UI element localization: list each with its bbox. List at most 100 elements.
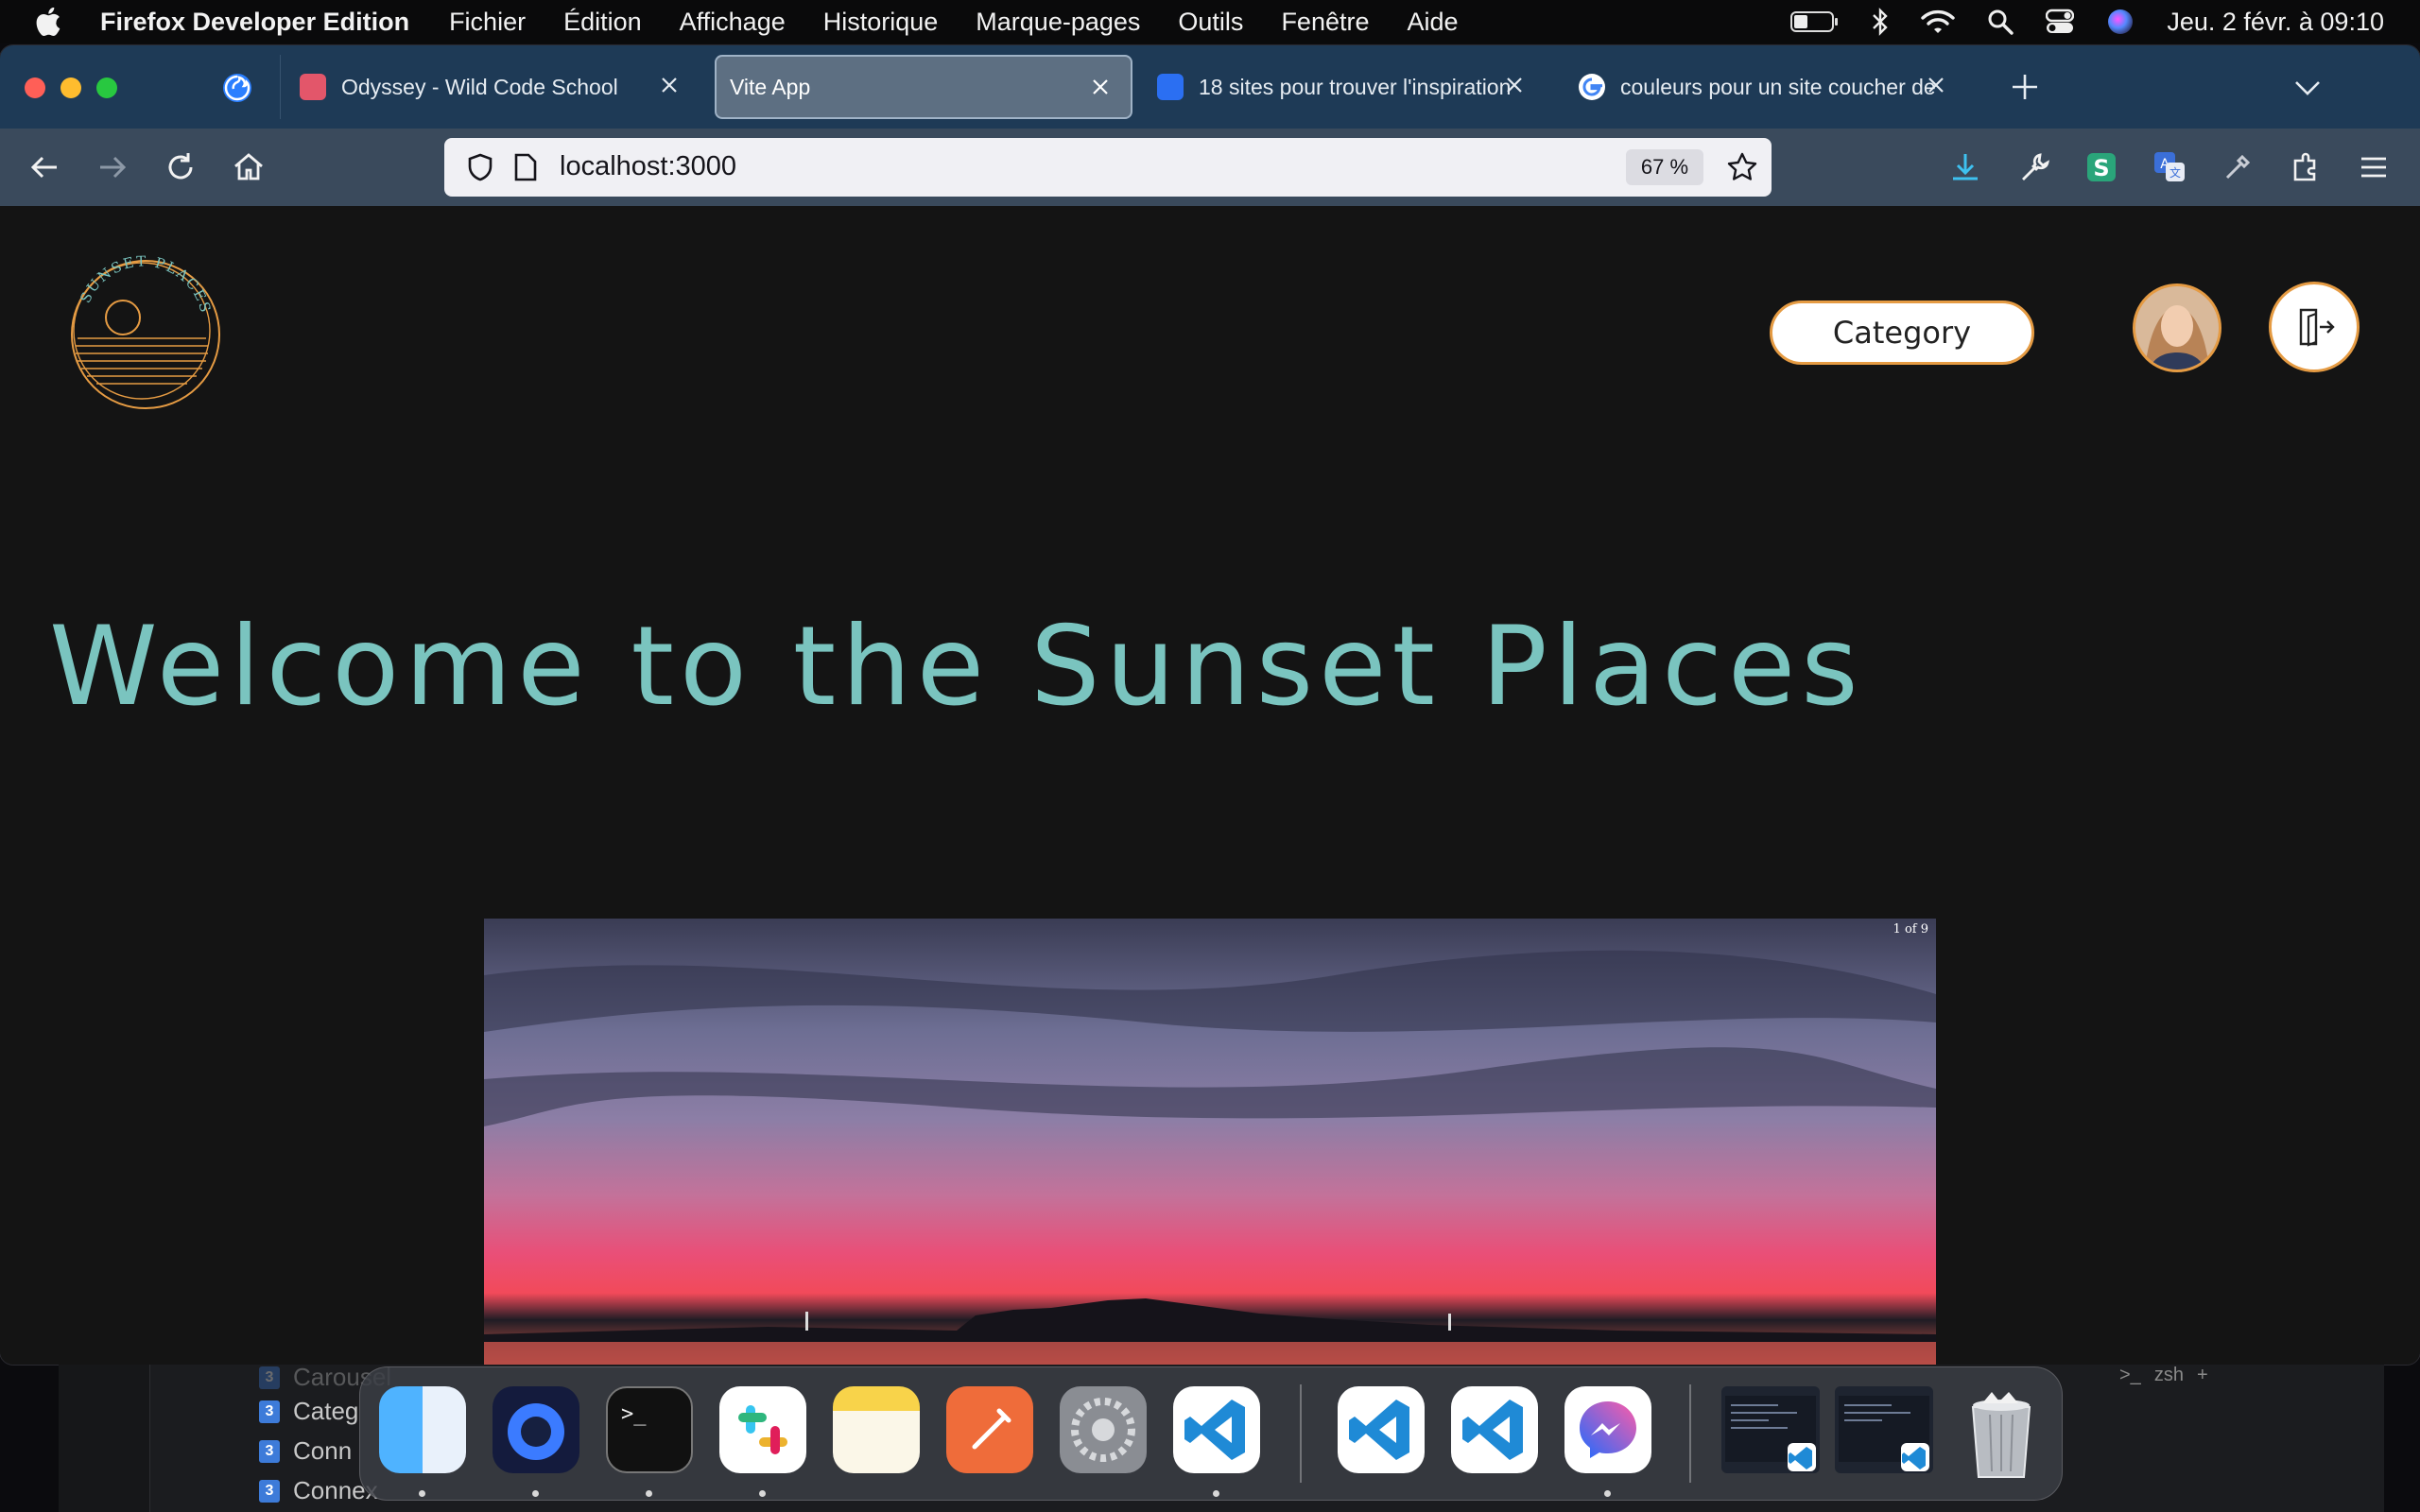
tab-odyssey[interactable]: Odyssey - Wild Code School xyxy=(280,55,700,119)
tab-strip: Odyssey - Wild Code School Vite App 18 s… xyxy=(0,45,2420,129)
css-file-icon: 3 xyxy=(259,1439,280,1463)
terminal-icon[interactable]: >_ xyxy=(2119,1365,2141,1386)
control-center-icon[interactable] xyxy=(2046,9,2075,35)
window-thumbnail[interactable] xyxy=(1721,1386,1820,1473)
category-button[interactable]: Category xyxy=(1770,301,2034,365)
sunset-places-logo[interactable]: SUNSET PLACES xyxy=(59,244,229,414)
tracking-protection-shield-icon[interactable] xyxy=(465,152,495,182)
reload-icon[interactable] xyxy=(163,149,199,185)
menu-edition[interactable]: Édition xyxy=(563,8,642,37)
battery-icon[interactable] xyxy=(1790,9,1840,34)
bluetooth-icon[interactable] xyxy=(1872,8,1889,36)
dock-divider xyxy=(1689,1384,1691,1483)
menu-fenetre[interactable]: Fenêtre xyxy=(1281,8,1369,37)
notes-icon[interactable] xyxy=(833,1386,920,1473)
firefox-developer-icon[interactable] xyxy=(493,1386,579,1473)
minimize-window-button[interactable] xyxy=(60,77,81,98)
translate-icon[interactable]: A文 xyxy=(2152,149,2187,185)
macos-dock: >_ xyxy=(359,1366,2063,1501)
extensions-puzzle-icon[interactable] xyxy=(2288,149,2324,185)
extension-s-icon[interactable]: S xyxy=(2083,149,2119,185)
trash-icon[interactable] xyxy=(1958,1386,2045,1478)
finder-icon[interactable] xyxy=(379,1386,466,1473)
close-window-button[interactable] xyxy=(25,77,45,98)
file-item[interactable]: 3 Categ xyxy=(259,1397,358,1426)
messenger-icon[interactable] xyxy=(1564,1386,1651,1473)
vscode-icon[interactable] xyxy=(1451,1386,1538,1473)
vscode-icon[interactable] xyxy=(1173,1386,1260,1473)
terminal-tab-bar: >_ zsh + xyxy=(2119,1365,2208,1386)
running-indicator xyxy=(1213,1490,1219,1497)
tab-title: 18 sites pour trouver l'inspiration xyxy=(1199,74,1511,99)
svg-text:S: S xyxy=(2093,155,2109,181)
window-thumbnail[interactable] xyxy=(1835,1386,1933,1473)
svg-text:文: 文 xyxy=(2169,165,2181,180)
address-bar[interactable]: localhost:3000 67 % xyxy=(444,138,1772,197)
css-file-icon: 3 xyxy=(259,1366,280,1389)
tab-inspiration[interactable]: 18 sites pour trouver l'inspiration xyxy=(1138,55,1545,119)
wifi-icon[interactable] xyxy=(1921,9,1956,35)
shell-label[interactable]: zsh xyxy=(2154,1365,2184,1386)
page-info-icon[interactable] xyxy=(512,152,539,182)
siri-icon[interactable] xyxy=(2106,8,2135,36)
chevron-down-icon[interactable] xyxy=(2293,77,2322,98)
file-name: Categ xyxy=(293,1397,359,1425)
running-indicator xyxy=(646,1490,652,1497)
odyssey-favicon-icon xyxy=(300,74,326,100)
close-tab-icon[interactable] xyxy=(1925,74,1947,96)
menu-historique[interactable]: Historique xyxy=(823,8,939,37)
apple-icon[interactable] xyxy=(36,8,60,36)
logout-button[interactable] xyxy=(2269,282,2360,372)
bookmark-star-icon[interactable] xyxy=(1726,151,1758,183)
running-indicator xyxy=(532,1490,539,1497)
vscode-icon[interactable] xyxy=(1338,1386,1425,1473)
zoom-window-button[interactable] xyxy=(96,77,117,98)
menu-datetime[interactable]: Jeu. 2 févr. à 09:10 xyxy=(2167,8,2384,37)
menu-app-name[interactable]: Firefox Developer Edition xyxy=(100,8,409,37)
editor-sidebar xyxy=(59,1365,150,1512)
postman-icon[interactable] xyxy=(946,1386,1033,1473)
spotlight-search-icon[interactable] xyxy=(1987,9,2014,35)
slack-icon[interactable] xyxy=(719,1386,806,1473)
avatar-portrait-icon xyxy=(2135,286,2219,369)
sunset-photo xyxy=(484,919,1936,1365)
hamburger-menu-icon[interactable] xyxy=(2356,149,2392,185)
terminal-icon[interactable]: >_ xyxy=(606,1386,693,1473)
carousel-counter: 1 of 9 xyxy=(1893,922,1928,936)
image-carousel[interactable]: 1 of 9 xyxy=(484,919,1936,1365)
zoom-level-badge[interactable]: 67 % xyxy=(1626,149,1703,185)
firefox-view-icon[interactable] xyxy=(221,72,253,104)
css-file-icon: 3 xyxy=(259,1479,280,1503)
menu-aide[interactable]: Aide xyxy=(1408,8,1459,37)
plus-icon[interactable]: + xyxy=(2197,1365,2208,1386)
close-tab-icon[interactable] xyxy=(658,74,681,96)
menu-marque-pages[interactable]: Marque-pages xyxy=(976,8,1140,37)
tab-google-colors[interactable]: couleurs pour un site coucher de xyxy=(1560,55,1966,119)
logout-door-icon xyxy=(2299,308,2335,347)
url-text[interactable]: localhost:3000 xyxy=(560,151,736,182)
css-file-icon: 3 xyxy=(259,1400,280,1423)
user-avatar[interactable] xyxy=(2133,284,2221,372)
welcome-headline: Welcome to the Sunset Places xyxy=(49,603,1864,730)
home-icon[interactable] xyxy=(231,149,267,185)
menu-fichier[interactable]: Fichier xyxy=(449,8,526,37)
c-favicon-icon xyxy=(1157,74,1184,100)
running-indicator xyxy=(419,1490,425,1497)
svg-text:SUNSET PLACES: SUNSET PLACES xyxy=(77,252,215,316)
close-tab-icon[interactable] xyxy=(1089,76,1112,98)
close-tab-icon[interactable] xyxy=(1503,74,1526,96)
page-viewport: SUNSET PLACES Category Welcome to the Su… xyxy=(0,206,2420,1365)
macos-menu-bar: Firefox Developer Edition Fichier Éditio… xyxy=(0,0,2420,43)
system-settings-icon[interactable] xyxy=(1060,1386,1147,1473)
new-tab-icon[interactable] xyxy=(2010,72,2040,102)
back-arrow-icon[interactable] xyxy=(26,149,62,185)
forward-arrow-icon[interactable] xyxy=(95,149,130,185)
downloads-icon[interactable] xyxy=(1947,149,1983,185)
menu-affichage[interactable]: Affichage xyxy=(680,8,786,37)
file-item[interactable]: 3 Conn xyxy=(259,1436,352,1466)
tab-vite-app[interactable]: Vite App xyxy=(715,55,1132,119)
file-name: Conn xyxy=(293,1436,353,1465)
menu-outils[interactable]: Outils xyxy=(1178,8,1243,37)
wrench-icon[interactable] xyxy=(2015,149,2051,185)
eyedropper-icon[interactable] xyxy=(2220,149,2256,185)
